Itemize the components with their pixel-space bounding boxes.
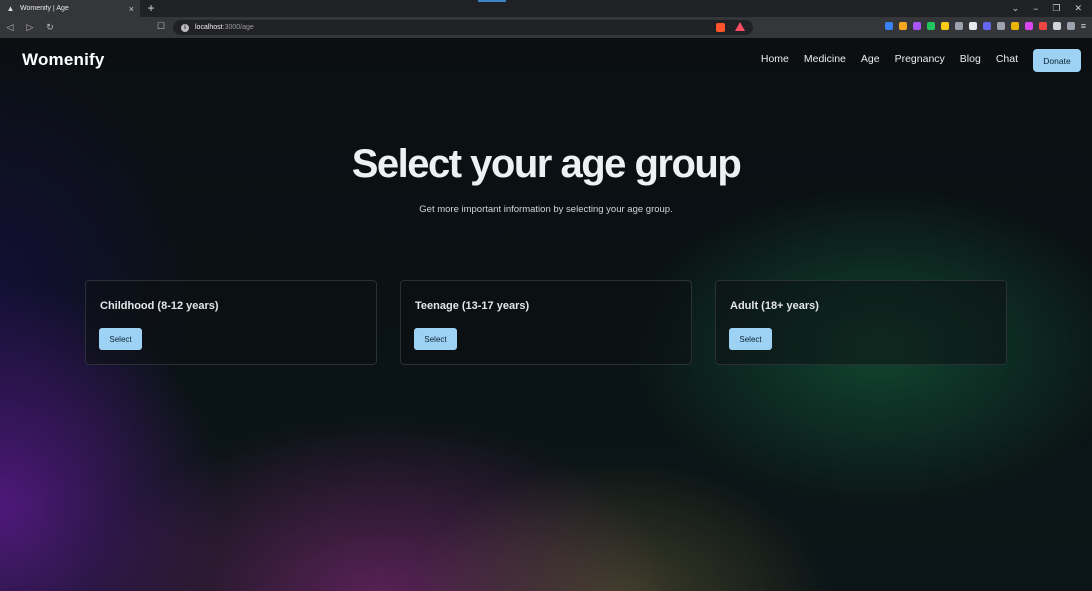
extension-icon[interactable] bbox=[1010, 22, 1019, 30]
browser-tab-bar: ▲ Womenify | Age × + ⌄ − ❐ ✕ bbox=[0, 0, 1092, 17]
tab-search-icon[interactable]: ⌄ bbox=[1012, 3, 1020, 14]
back-icon[interactable]: ◁ bbox=[0, 22, 20, 33]
extension-icon[interactable] bbox=[954, 22, 963, 30]
tab-title: Womenify | Age bbox=[20, 5, 69, 12]
site-info-icon[interactable]: i bbox=[181, 23, 189, 32]
url-path: :3000/age bbox=[222, 24, 254, 31]
brave-rewards-icon[interactable] bbox=[735, 22, 745, 31]
page-subtitle: Get more important information by select… bbox=[419, 204, 673, 215]
browser-address-bar: ◁ ▷ ↻ ☐ i localhost :3000/age ≡ bbox=[0, 17, 1092, 38]
age-card-adult: Adult (18+ years) Select bbox=[715, 280, 1007, 365]
donate-button[interactable]: Donate bbox=[1033, 49, 1081, 72]
extension-icon[interactable] bbox=[968, 22, 977, 30]
nav-menu: Home Medicine Age Pregnancy Blog Chat bbox=[761, 53, 1018, 65]
url-host: localhost bbox=[195, 24, 223, 31]
url-input[interactable]: i localhost :3000/age bbox=[173, 20, 753, 35]
nav-medicine[interactable]: Medicine bbox=[804, 53, 846, 65]
brave-shield-icon[interactable] bbox=[716, 23, 725, 32]
extension-icon[interactable] bbox=[982, 22, 991, 30]
age-card-childhood: Childhood (8-12 years) Select bbox=[85, 280, 377, 365]
card-title: Adult (18+ years) bbox=[730, 300, 819, 312]
nav-blog[interactable]: Blog bbox=[960, 53, 981, 65]
extension-icon[interactable] bbox=[1024, 22, 1033, 30]
forward-icon[interactable]: ▷ bbox=[20, 22, 40, 33]
extension-icon[interactable] bbox=[1038, 22, 1047, 30]
nav-pregnancy[interactable]: Pregnancy bbox=[895, 53, 945, 65]
extension-icon[interactable] bbox=[898, 22, 907, 30]
nav-chat[interactable]: Chat bbox=[996, 53, 1018, 65]
minimize-icon[interactable]: − bbox=[1033, 4, 1038, 14]
new-tab-icon[interactable]: + bbox=[142, 0, 160, 17]
card-title: Teenage (13-17 years) bbox=[415, 300, 530, 312]
extension-icon[interactable] bbox=[884, 22, 893, 30]
extension-icon[interactable] bbox=[940, 22, 949, 30]
tab-close-icon[interactable]: × bbox=[129, 4, 134, 14]
extension-icon[interactable] bbox=[912, 22, 921, 30]
page-title: Select your age group bbox=[351, 142, 742, 186]
reload-icon[interactable]: ↻ bbox=[40, 22, 60, 33]
card-title: Childhood (8-12 years) bbox=[100, 300, 219, 312]
age-card-teenage: Teenage (13-17 years) Select bbox=[400, 280, 692, 365]
extension-icon[interactable] bbox=[926, 22, 935, 30]
window-controls: ⌄ − ❐ ✕ bbox=[1012, 0, 1088, 17]
nav-age[interactable]: Age bbox=[861, 53, 880, 65]
tab-highlight bbox=[478, 0, 506, 2]
select-teenage-button[interactable]: Select bbox=[414, 328, 457, 350]
extension-icon[interactable] bbox=[996, 22, 1005, 30]
extension-icon[interactable] bbox=[1052, 22, 1061, 30]
page-viewport: Womenify Home Medicine Age Pregnancy Blo… bbox=[0, 38, 1092, 591]
site-navbar: Womenify Home Medicine Age Pregnancy Blo… bbox=[0, 38, 1092, 84]
browser-tab[interactable]: ▲ Womenify | Age × bbox=[0, 0, 140, 17]
extension-icon[interactable] bbox=[1066, 22, 1075, 30]
select-adult-button[interactable]: Select bbox=[729, 328, 772, 350]
nav-home[interactable]: Home bbox=[761, 53, 789, 65]
window-close-icon[interactable]: ✕ bbox=[1074, 3, 1082, 14]
browser-menu-icon[interactable]: ≡ bbox=[1081, 22, 1086, 31]
select-childhood-button[interactable]: Select bbox=[99, 328, 142, 350]
site-logo[interactable]: Womenify bbox=[22, 50, 105, 70]
restore-icon[interactable]: ❐ bbox=[1052, 3, 1060, 14]
bookmark-icon[interactable]: ☐ bbox=[157, 21, 165, 32]
triangle-favicon-icon: ▲ bbox=[6, 4, 15, 13]
extensions-toolbar: ≡ bbox=[884, 22, 1086, 31]
